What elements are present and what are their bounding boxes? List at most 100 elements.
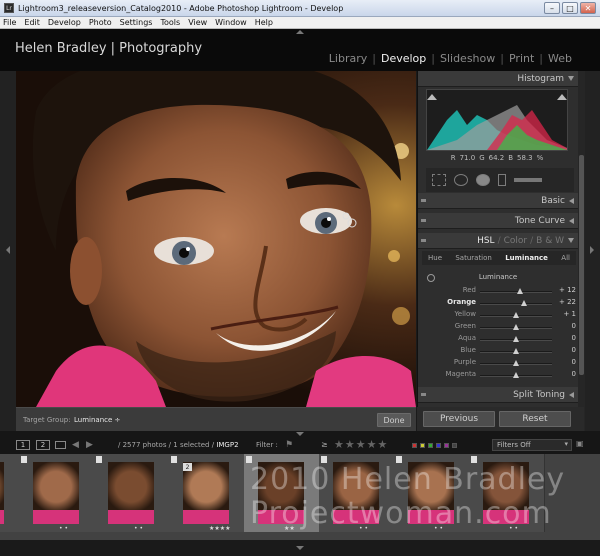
menu-edit[interactable]: Edit xyxy=(24,18,40,27)
adjustment-brush-icon[interactable] xyxy=(514,178,542,182)
target-group-select[interactable]: Luminance ÷ xyxy=(74,416,120,424)
back-arrow-icon[interactable]: ◀ xyxy=(72,440,79,450)
secondary-view-button[interactable]: 2 xyxy=(36,440,50,450)
filmstrip-toggle-icon[interactable] xyxy=(296,432,304,436)
slider-value[interactable]: + 1 xyxy=(554,310,576,318)
slider-magenta[interactable]: Magenta 0 xyxy=(418,370,578,382)
graduated-filter-icon[interactable] xyxy=(498,174,506,186)
slider-blue[interactable]: Blue 0 xyxy=(418,346,578,358)
slider-green[interactable]: Green 0 xyxy=(418,322,578,334)
slider-thumb[interactable] xyxy=(513,360,519,366)
panel-switch-icon[interactable] xyxy=(421,239,426,242)
slider-aqua[interactable]: Aqua 0 xyxy=(418,334,578,346)
filter-lock-icon[interactable]: ▣ xyxy=(576,439,584,448)
module-library[interactable]: Library xyxy=(329,52,367,65)
slider-thumb[interactable] xyxy=(513,324,519,330)
forward-arrow-icon[interactable]: ▶ xyxy=(86,440,93,450)
module-print[interactable]: Print xyxy=(509,52,534,65)
slider-track[interactable] xyxy=(480,303,552,305)
slider-thumb[interactable] xyxy=(513,312,520,318)
tab-luminance[interactable]: Luminance xyxy=(505,254,548,262)
filmstrip-thumbnail[interactable]: • • xyxy=(94,454,170,532)
red-eye-icon[interactable] xyxy=(476,174,490,186)
filmstrip-thumbnail[interactable]: • • xyxy=(469,454,545,532)
tone-curve-header[interactable]: Tone Curve xyxy=(418,213,578,229)
slider-thumb[interactable] xyxy=(517,288,524,294)
panel-switch-icon[interactable] xyxy=(421,199,426,202)
maximize-icon[interactable]: □ xyxy=(562,2,578,14)
tab-hue[interactable]: Hue xyxy=(428,254,442,262)
slider-value[interactable]: + 22 xyxy=(554,298,576,306)
minimize-icon[interactable]: – xyxy=(544,2,560,14)
module-slideshow[interactable]: Slideshow xyxy=(440,52,495,65)
panel-scrollbar[interactable] xyxy=(578,71,585,431)
slider-yellow[interactable]: Yellow + 1 xyxy=(418,310,578,322)
filmstrip-thumbnail[interactable]: ★★ xyxy=(244,454,320,532)
left-panel-toggle-icon[interactable] xyxy=(6,246,10,254)
flag-icon[interactable] xyxy=(396,456,402,463)
slider-purple[interactable]: Purple 0 xyxy=(418,358,578,370)
right-panel-toggle-icon[interactable] xyxy=(590,246,594,254)
color-tab[interactable]: Color xyxy=(504,236,528,246)
flag-icon[interactable] xyxy=(471,456,477,463)
panel-switch-icon[interactable] xyxy=(421,219,426,222)
no-label-icon[interactable] xyxy=(452,443,457,448)
slider-value[interactable]: 0 xyxy=(554,370,576,378)
flag-icon[interactable] xyxy=(246,456,252,463)
bw-tab[interactable]: B & W xyxy=(536,236,564,246)
flag-filter-icon[interactable]: ⚑ xyxy=(285,440,293,450)
crop-tool-icon[interactable] xyxy=(432,174,446,186)
panel-scroll-thumb[interactable] xyxy=(579,155,584,375)
module-web[interactable]: Web xyxy=(548,52,572,65)
slider-thumb[interactable] xyxy=(520,300,527,306)
menu-settings[interactable]: Settings xyxy=(120,18,153,27)
flag-icon[interactable] xyxy=(21,456,27,463)
histogram-header[interactable]: Histogram xyxy=(418,71,578,87)
filter-preset-select[interactable]: Filters Off xyxy=(492,439,572,451)
module-develop[interactable]: Develop xyxy=(381,52,426,65)
flag-icon[interactable] xyxy=(96,456,102,463)
previous-button[interactable]: Previous xyxy=(423,411,495,427)
slider-track[interactable] xyxy=(480,291,552,293)
close-icon[interactable]: ✕ xyxy=(580,2,596,14)
histogram[interactable] xyxy=(426,89,568,151)
hsl-header[interactable]: HSL / Color / B & W xyxy=(418,233,578,249)
menu-photo[interactable]: Photo xyxy=(89,18,112,27)
primary-view-button[interactable]: 1 xyxy=(16,440,30,450)
filmstrip-thumbnail[interactable]: • • xyxy=(319,454,395,532)
menu-window[interactable]: Window xyxy=(215,18,247,27)
basic-header[interactable]: Basic xyxy=(418,193,578,209)
rating-operator[interactable]: ≥ xyxy=(321,440,328,449)
menu-tools[interactable]: Tools xyxy=(160,18,180,27)
filmstrip-thumbnail[interactable]: • • xyxy=(394,454,470,532)
reset-button[interactable]: Reset xyxy=(499,411,571,427)
menu-view[interactable]: View xyxy=(188,18,207,27)
slider-thumb[interactable] xyxy=(513,336,519,342)
flag-icon[interactable] xyxy=(171,456,177,463)
filmstrip-thumbnail[interactable]: 2 ★★★★ xyxy=(169,454,245,532)
filmstrip-source[interactable]: / 2577 photos / 1 selected / IMGP2 xyxy=(118,441,239,449)
rating-filter-stars[interactable]: ★★★★★ xyxy=(334,438,388,451)
slider-orange[interactable]: Orange + 22 xyxy=(418,298,578,310)
menu-develop[interactable]: Develop xyxy=(48,18,81,27)
main-photo-preview[interactable] xyxy=(16,71,416,407)
slider-value[interactable]: 0 xyxy=(554,322,576,330)
bottom-panel-toggle-icon[interactable] xyxy=(296,546,304,550)
filmstrip-thumbnail[interactable]: • • xyxy=(19,454,95,532)
green-label-icon[interactable] xyxy=(428,443,433,448)
slider-thumb[interactable] xyxy=(513,348,519,354)
menu-help[interactable]: Help xyxy=(255,18,273,27)
top-panel-toggle-icon[interactable] xyxy=(296,30,304,34)
done-button[interactable]: Done xyxy=(377,413,411,427)
slider-value[interactable]: 0 xyxy=(554,358,576,366)
purple-label-icon[interactable] xyxy=(444,443,449,448)
red-label-icon[interactable] xyxy=(412,443,417,448)
tab-all[interactable]: All xyxy=(561,254,570,262)
spot-removal-icon[interactable] xyxy=(454,174,468,186)
panel-switch-icon[interactable] xyxy=(421,393,426,396)
hsl-tab[interactable]: HSL xyxy=(477,236,495,246)
split-toning-header[interactable]: Split Toning xyxy=(418,387,578,403)
flag-icon[interactable] xyxy=(321,456,327,463)
slider-value[interactable]: 0 xyxy=(554,334,576,342)
tab-saturation[interactable]: Saturation xyxy=(455,254,492,262)
